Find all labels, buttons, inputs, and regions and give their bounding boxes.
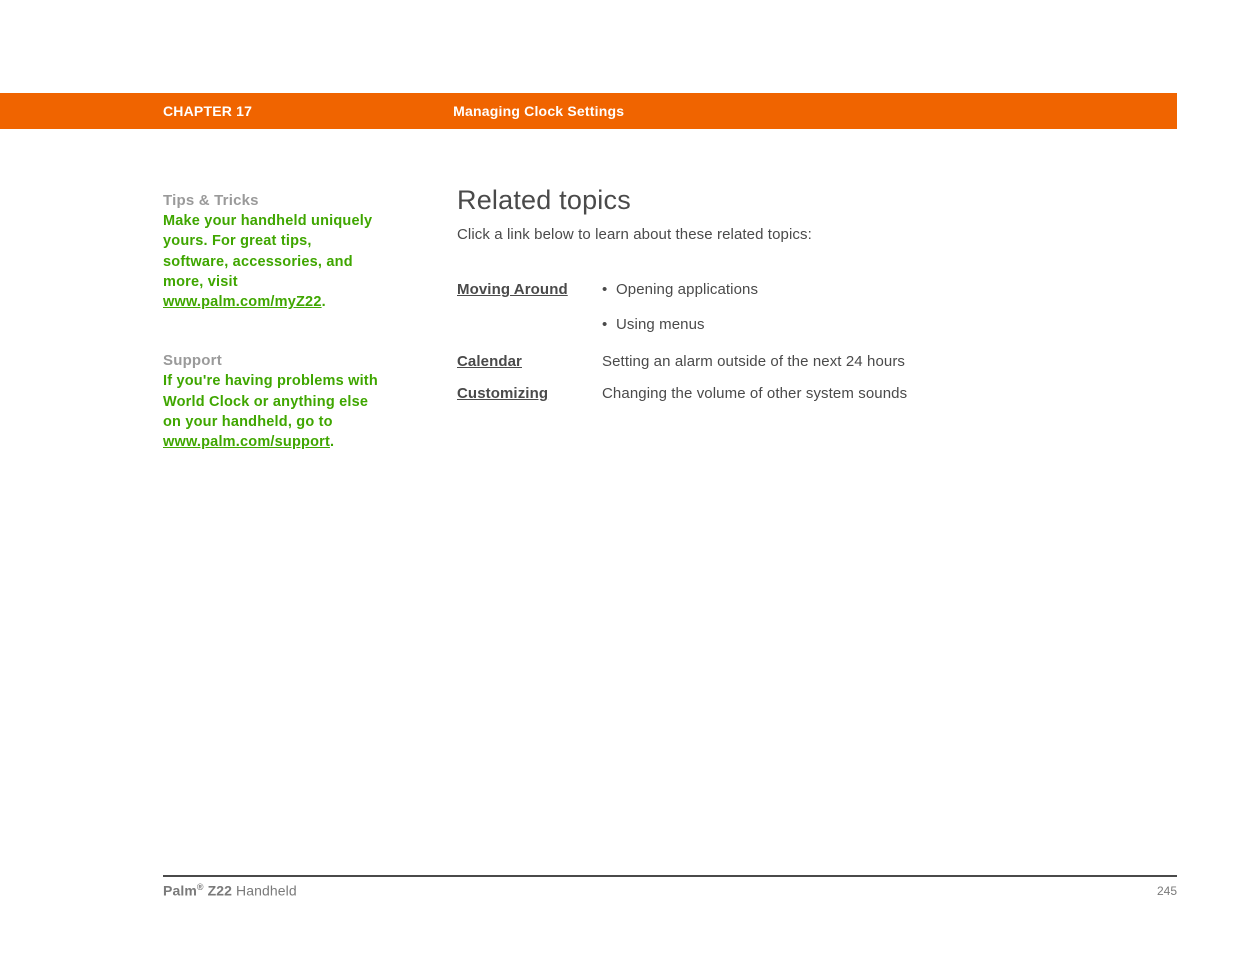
topic-desc-col: Opening applications Using menus	[602, 281, 758, 333]
tips-body: Make your handheld uniquely yours. For g…	[163, 213, 372, 290]
support-section: Support If you're having problems with W…	[163, 352, 378, 452]
bullet-item: Using menus	[602, 316, 758, 333]
support-link[interactable]: www.palm.com/support	[163, 434, 330, 450]
tips-section: Tips & Tricks Make your handheld uniquel…	[163, 192, 378, 312]
footer-suffix: Handheld	[232, 883, 297, 899]
topic-row: Calendar Setting an alarm outside of the…	[457, 353, 1077, 371]
topic-desc: Setting an alarm outside of the next 24 …	[602, 353, 905, 370]
footer-registered: ®	[197, 882, 204, 892]
footer-product: Palm® Z22 Handheld	[163, 882, 297, 899]
topic-link-col: Moving Around	[457, 281, 602, 299]
topic-row: Customizing Changing the volume of other…	[457, 385, 1077, 403]
bullet-list: Opening applications Using menus	[602, 281, 758, 333]
page-number: 245	[1157, 884, 1177, 898]
chapter-label: CHAPTER 17	[163, 103, 252, 119]
tips-text: Make your handheld uniquely yours. For g…	[163, 211, 378, 312]
main-content: Related topics Click a link below to lea…	[457, 185, 1077, 417]
footer-brand: Palm	[163, 883, 197, 899]
topic-link-customizing[interactable]: Customizing	[457, 385, 548, 402]
topic-link-moving-around[interactable]: Moving Around	[457, 281, 568, 298]
topic-row: Moving Around Opening applications Using…	[457, 281, 1077, 333]
chapter-title: Managing Clock Settings	[453, 103, 624, 119]
topic-link-calendar[interactable]: Calendar	[457, 353, 522, 370]
topic-link-col: Calendar	[457, 353, 602, 371]
sidebar: Tips & Tricks Make your handheld uniquel…	[163, 192, 378, 493]
footer-divider	[163, 875, 1177, 877]
footer-model: Z22	[204, 883, 232, 899]
support-heading: Support	[163, 352, 378, 369]
main-subtext: Click a link below to learn about these …	[457, 226, 1077, 243]
tips-period: .	[322, 294, 326, 310]
topic-desc: Changing the volume of other system soun…	[602, 385, 907, 402]
tips-heading: Tips & Tricks	[163, 192, 378, 209]
topics-table: Moving Around Opening applications Using…	[457, 281, 1077, 403]
topic-link-col: Customizing	[457, 385, 602, 403]
bullet-item: Opening applications	[602, 281, 758, 298]
header-bar: CHAPTER 17 Managing Clock Settings	[0, 93, 1177, 129]
support-period: .	[330, 434, 334, 450]
tips-link[interactable]: www.palm.com/myZ22	[163, 294, 322, 310]
support-body: If you're having problems with World Clo…	[163, 373, 378, 430]
support-text: If you're having problems with World Clo…	[163, 371, 378, 452]
main-heading: Related topics	[457, 185, 1077, 216]
